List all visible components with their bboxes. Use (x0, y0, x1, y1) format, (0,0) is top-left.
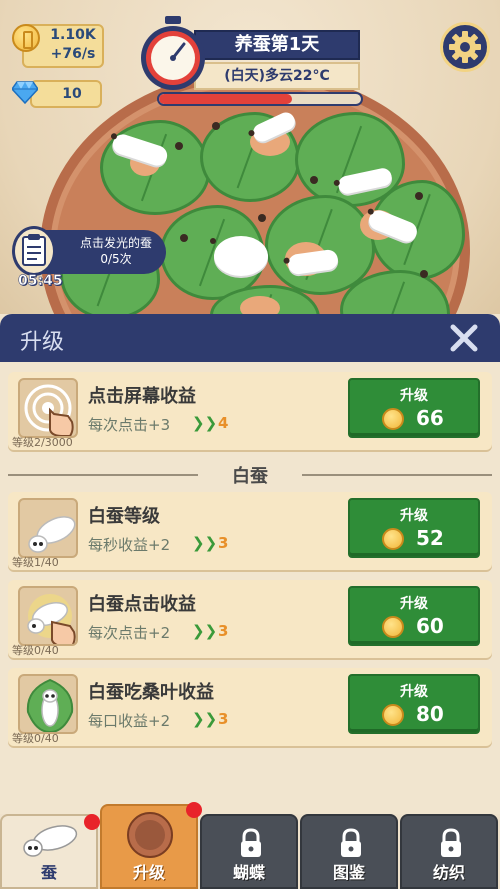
card-desc: 每口收益+2 (88, 712, 171, 730)
card-level: 等级0/40 (12, 732, 59, 745)
day-progress-bar (157, 92, 363, 106)
gem-counter: 10 (30, 80, 102, 108)
droppings (310, 176, 318, 184)
tab-label: 图鉴 (332, 863, 365, 882)
lock-icon (241, 828, 261, 857)
diamond-icon (12, 81, 38, 104)
section-divider: 白蚕 (8, 462, 492, 487)
arrow-icon: ❯❯ (192, 534, 218, 552)
droppings (175, 142, 183, 150)
upgrade-price: 60 (416, 614, 444, 638)
coin-icon (12, 24, 40, 52)
panel-header: 升级 (0, 314, 500, 362)
bottom-tab-bar: 蚕 升级 蝴蝶 图鉴 纺织 (0, 802, 500, 889)
coin-icon (382, 704, 404, 726)
card-next-value: 4 (218, 414, 229, 432)
upgrade-button-label: 升级 (400, 508, 428, 524)
upgrade-price: 80 (416, 702, 444, 726)
tab-weaving[interactable]: 纺织 (400, 814, 498, 889)
silkworm-icon (23, 825, 78, 857)
arrow-icon: ❯❯ (192, 414, 218, 432)
droppings (415, 192, 423, 200)
tab-label: 蝴蝶 (232, 863, 265, 882)
panel-title: 升级 (20, 330, 65, 355)
day-title: 养蚕第1天 (194, 30, 360, 60)
weather-status: (白天)多云22°C (194, 62, 360, 90)
card-desc: 每次点击+2 (88, 624, 171, 642)
tap-hand-icon (18, 378, 78, 438)
silkworm-leaf-icon (18, 674, 78, 734)
upgrade-card-silkworm-leaf: 等级0/40 白蚕吃桑叶收益 每口收益+2 ❯❯ 3 升级 80 (8, 668, 492, 746)
card-title: 点击屏幕收益 (88, 386, 196, 407)
clipboard-icon (12, 226, 56, 276)
task-timer: 05:45 (18, 273, 63, 290)
arrow-icon: ❯❯ (192, 622, 218, 640)
upgrade-button[interactable]: 升级 80 (348, 674, 480, 734)
upgrade-card-tap-income: 等级2/3000 点击屏幕收益 每次点击+3 ❯❯ 4 升级 66 (8, 372, 492, 450)
coin-icon (382, 408, 404, 430)
lock-icon (441, 828, 461, 857)
close-icon[interactable] (448, 322, 480, 354)
tab-butterfly[interactable]: 蝴蝶 (200, 814, 298, 889)
notification-dot (84, 814, 100, 830)
droppings (180, 234, 188, 242)
card-title: 白蚕吃桑叶收益 (88, 682, 214, 703)
upgrade-button[interactable]: 升级 66 (348, 378, 480, 438)
silkworm-icon (18, 498, 78, 558)
card-title: 白蚕点击收益 (88, 594, 196, 615)
upgrade-button-label: 升级 (400, 388, 428, 404)
tab-label: 升级 (132, 863, 165, 882)
card-level: 等级2/3000 (12, 436, 73, 449)
upgrade-button-label: 升级 (400, 684, 428, 700)
settings-button[interactable] (440, 22, 490, 72)
tray-icon (127, 812, 173, 858)
task-count: 0/5次 (100, 252, 132, 266)
upgrade-button[interactable]: 升级 52 (348, 498, 480, 558)
gear-icon (449, 31, 481, 63)
silkworm-tap-icon (18, 586, 78, 646)
card-next-value: 3 (218, 710, 229, 728)
coin-icon (382, 616, 404, 638)
card-level: 等级0/40 (12, 644, 59, 657)
upgrade-panel: 升级 等级2/3000 点击屏幕收益 每次点击+3 ❯❯ 4 升级 66 白蚕 … (0, 314, 500, 814)
upgrade-button-label: 升级 (400, 596, 428, 612)
gem-amount: 10 (62, 86, 82, 102)
tab-label: 蚕 (40, 863, 57, 882)
coin-icon (382, 528, 404, 550)
droppings (258, 214, 266, 222)
lock-icon (341, 828, 361, 857)
silkworm-cocoon[interactable] (210, 236, 268, 276)
notification-dot (186, 802, 202, 818)
card-desc: 每秒收益+2 (88, 536, 171, 554)
upgrade-price: 66 (416, 406, 444, 430)
tab-upgrade[interactable]: 升级 (100, 804, 198, 889)
droppings (420, 270, 428, 278)
card-desc: 每次点击+3 (88, 416, 171, 434)
upgrade-button[interactable]: 升级 60 (348, 586, 480, 646)
card-title: 白蚕等级 (88, 506, 160, 527)
card-next-value: 3 (218, 622, 229, 640)
card-next-value: 3 (218, 534, 229, 552)
divider-line (302, 474, 492, 476)
tab-collection[interactable]: 图鉴 (300, 814, 398, 889)
task-text: 点击发光的蚕 (79, 236, 152, 250)
stopwatch-icon (141, 16, 205, 90)
coin-amount: 1.10K (50, 27, 96, 43)
coin-rate: +76/s (50, 46, 96, 62)
tab-label: 纺织 (432, 863, 465, 882)
upgrade-card-silkworm-level: 等级1/40 白蚕等级 每秒收益+2 ❯❯ 3 升级 52 (8, 492, 492, 570)
day-progress-fill (159, 94, 293, 104)
droppings (212, 122, 220, 130)
upgrade-card-silkworm-tap: 等级0/40 白蚕点击收益 每次点击+2 ❯❯ 3 升级 60 (8, 580, 492, 658)
tab-silkworm[interactable]: 蚕 (0, 814, 98, 889)
arrow-icon: ❯❯ (192, 710, 218, 728)
card-level: 等级1/40 (12, 556, 59, 569)
upgrade-price: 52 (416, 526, 444, 550)
